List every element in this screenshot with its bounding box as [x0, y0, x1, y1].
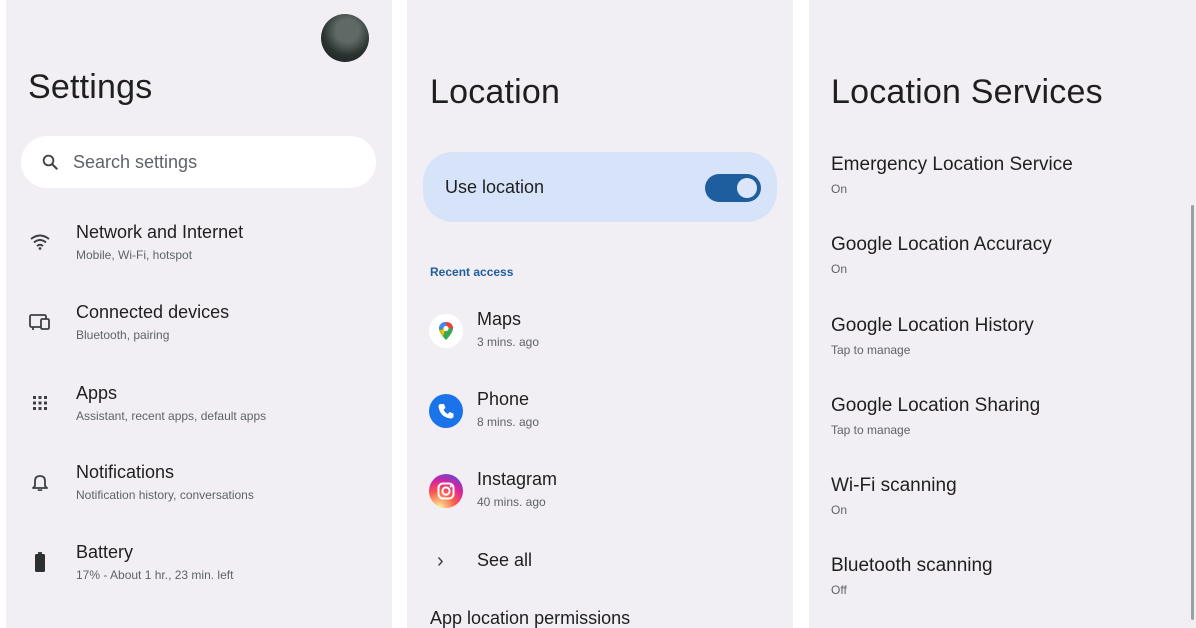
account-avatar[interactable]	[321, 14, 369, 62]
use-location-row[interactable]: Use location	[423, 152, 777, 222]
service-item-history[interactable]: Google Location History Tap to manage	[831, 315, 1171, 385]
instagram-icon	[429, 474, 463, 508]
app-name: Instagram	[477, 469, 558, 489]
app-access-time: 40 mins. ago	[477, 495, 546, 509]
service-status: On	[831, 262, 848, 276]
location-title: Location	[430, 73, 561, 111]
service-status: On	[831, 503, 848, 517]
apps-grid-icon	[28, 391, 52, 415]
settings-item-subtitle: Mobile, Wi-Fi, hotspot	[76, 248, 193, 262]
phone-icon	[429, 394, 463, 428]
search-icon	[42, 154, 58, 170]
see-all-label: See all	[477, 550, 533, 570]
chevron-right-icon: ›	[437, 550, 444, 572]
service-status: Off	[831, 583, 847, 597]
settings-item-apps[interactable]: Apps Assistant, recent apps, default app…	[6, 383, 392, 453]
recent-app-instagram[interactable]: Instagram 40 mins. ago	[407, 469, 793, 529]
service-title: Google Location Sharing	[831, 395, 1041, 416]
maps-icon	[429, 314, 463, 348]
search-input[interactable]	[71, 150, 345, 174]
settings-item-connected-devices[interactable]: Connected devices Bluetooth, pairing	[6, 302, 392, 372]
service-item-emergency[interactable]: Emergency Location Service On	[831, 154, 1171, 224]
settings-item-battery[interactable]: Battery 17% - About 1 hr., 23 min. left	[6, 542, 392, 612]
connected-devices-icon	[28, 310, 52, 334]
settings-panel: Settings Network and Internet Mobile, Wi…	[6, 0, 392, 628]
settings-item-subtitle: Assistant, recent apps, default apps	[76, 409, 267, 423]
recent-app-maps[interactable]: Maps 3 mins. ago	[407, 309, 793, 369]
service-status: On	[831, 182, 848, 196]
settings-item-title: Connected devices	[76, 302, 230, 322]
app-access-time: 8 mins. ago	[477, 415, 540, 429]
location-services-title: Location Services	[831, 73, 1103, 111]
settings-item-title: Notifications	[76, 462, 175, 482]
bell-icon	[28, 470, 52, 494]
recent-app-phone[interactable]: Phone 8 mins. ago	[407, 389, 793, 449]
service-status: Tap to manage	[831, 343, 911, 357]
settings-item-notifications[interactable]: Notifications Notification history, conv…	[6, 462, 392, 532]
service-item-sharing[interactable]: Google Location Sharing Tap to manage	[831, 395, 1171, 465]
settings-item-subtitle: Bluetooth, pairing	[76, 328, 170, 342]
service-item-accuracy[interactable]: Google Location Accuracy On	[831, 234, 1171, 304]
wifi-icon	[28, 230, 52, 254]
location-panel: Location Use location Recent access Maps…	[407, 0, 793, 628]
settings-item-network[interactable]: Network and Internet Mobile, Wi-Fi, hots…	[6, 222, 392, 292]
toggle-knob	[737, 178, 757, 198]
service-status: Tap to manage	[831, 423, 911, 437]
service-item-wifi-scanning[interactable]: Wi-Fi scanning On	[831, 475, 1171, 545]
use-location-label: Use location	[445, 177, 545, 197]
recent-access-heading: Recent access	[430, 265, 514, 279]
app-access-time: 3 mins. ago	[477, 335, 540, 349]
search-bar[interactable]	[21, 136, 376, 188]
use-location-toggle[interactable]	[705, 174, 761, 202]
app-name: Maps	[477, 309, 522, 329]
settings-item-title: Network and Internet	[76, 222, 244, 242]
battery-icon	[28, 550, 52, 574]
app-location-permissions-link[interactable]: App location permissions	[430, 608, 630, 628]
settings-item-title: Battery	[76, 542, 134, 562]
service-title: Google Location Accuracy	[831, 234, 1052, 255]
service-item-bluetooth-scanning[interactable]: Bluetooth scanning Off	[831, 555, 1171, 625]
settings-item-subtitle: 17% - About 1 hr., 23 min. left	[76, 568, 234, 582]
scrollbar[interactable]	[1191, 205, 1194, 620]
service-title: Emergency Location Service	[831, 154, 1073, 175]
settings-item-subtitle: Notification history, conversations	[76, 488, 254, 502]
settings-item-title: Apps	[76, 383, 118, 403]
service-title: Google Location History	[831, 315, 1034, 336]
see-all-button[interactable]: › See all	[407, 546, 793, 582]
location-services-panel: Location Services Emergency Location Ser…	[809, 0, 1196, 628]
service-title: Wi-Fi scanning	[831, 475, 957, 496]
service-title: Bluetooth scanning	[831, 555, 993, 576]
settings-title: Settings	[28, 68, 153, 106]
app-name: Phone	[477, 389, 530, 409]
